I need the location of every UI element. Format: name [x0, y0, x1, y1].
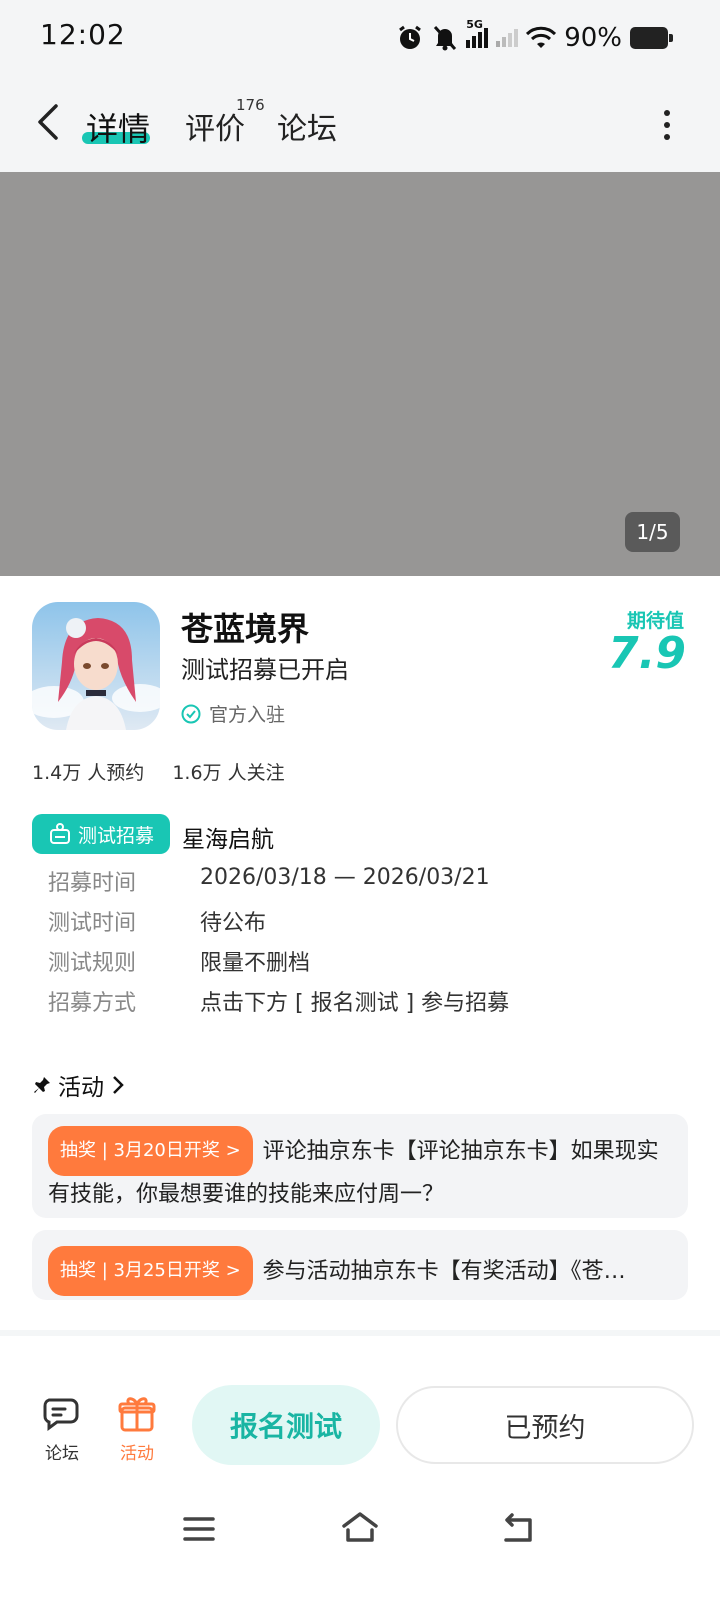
- wifi-icon: [526, 26, 557, 48]
- battery-percent: 90%: [564, 23, 622, 53]
- tab-detail[interactable]: 详情: [86, 104, 150, 150]
- app-stats: 1.4万 人预约 1.6万 人关注: [32, 758, 307, 785]
- network-type: 5G: [466, 18, 483, 31]
- back-arrow-icon[interactable]: [34, 102, 64, 142]
- check-circle-icon: [181, 704, 201, 723]
- app-icon: [32, 602, 160, 730]
- bottom-activity-label: 活动: [120, 1444, 154, 1464]
- battery-icon: [630, 27, 673, 49]
- gift-icon: [118, 1397, 156, 1432]
- recruit-title: 星海启航: [182, 827, 274, 853]
- status-icons: 5G 90%: [396, 18, 673, 56]
- follower-count: 1.6万 人关注: [172, 762, 285, 784]
- test-time-value: 待公布: [200, 911, 267, 936]
- tab-forum[interactable]: 论坛: [277, 104, 337, 148]
- reserved-button[interactable]: 已预约: [396, 1386, 694, 1464]
- activity-card[interactable]: 抽奖 | 3月25日开奖 > 参与活动抽京东卡【有奖活动】《苍…: [32, 1230, 688, 1300]
- recruit-method-value: 点击下方 [ 报名测试 ] 参与招募: [200, 991, 510, 1016]
- bell-muted-icon: [434, 25, 457, 51]
- media-gallery[interactable]: [0, 172, 720, 576]
- menu-icon[interactable]: [182, 1514, 216, 1544]
- review-count-badge: 176: [236, 96, 265, 114]
- activity-tag: 抽奖 | 3月20日开奖 >: [48, 1126, 253, 1176]
- recruit-time-label: 招募时间: [48, 871, 137, 896]
- verified-label: 官方入驻: [209, 704, 286, 726]
- bottom-forum-label: 论坛: [45, 1444, 79, 1464]
- expectation-score: 7.9: [608, 628, 686, 679]
- signal-5g-icon: 5G: [466, 18, 489, 48]
- reservation-count: 1.4万 人预约: [32, 762, 145, 784]
- activity-content: 抽奖 | 3月20日开奖 > 评论抽京东卡【评论抽京东卡】如果现实有技能，你最想要…: [48, 1126, 672, 1214]
- signup-test-button[interactable]: 报名测试: [192, 1385, 380, 1465]
- app-name: 苍蓝境界: [181, 610, 310, 648]
- bottom-activity-button[interactable]: 活动: [107, 1394, 167, 1464]
- status-time: 12:02: [40, 18, 126, 51]
- test-icon: [49, 823, 70, 844]
- activities-header[interactable]: 活动: [32, 1068, 126, 1102]
- activity-tag: 抽奖 | 3月25日开奖 >: [48, 1246, 253, 1296]
- activity-text: 参与活动抽京东卡【有奖活动】《苍…: [262, 1259, 626, 1284]
- test-rules-label: 测试规则: [48, 951, 137, 976]
- chevron-right-icon: [113, 1076, 124, 1094]
- more-menu-icon[interactable]: [664, 110, 672, 140]
- bottom-forum-button[interactable]: 论坛: [32, 1394, 92, 1464]
- gallery-page-indicator: 1/5: [625, 512, 680, 552]
- verified-badge: 官方入驻: [181, 700, 285, 727]
- activities-header-label: 活动: [58, 1075, 104, 1101]
- section-divider: [0, 1330, 720, 1336]
- recruit-time-value: 2026/03/18 — 2026/03/21: [200, 865, 490, 890]
- chat-bubble-icon: [43, 1398, 79, 1431]
- activity-card[interactable]: 抽奖 | 3月20日开奖 > 评论抽京东卡【评论抽京东卡】如果现实有技能，你最想要…: [32, 1114, 688, 1218]
- app-subtitle: 测试招募已开启: [181, 656, 349, 684]
- alarm-icon: [399, 25, 422, 49]
- recruit-method-label: 招募方式: [48, 991, 137, 1016]
- home-icon[interactable]: [340, 1510, 380, 1544]
- test-rules-value: 限量不删档: [200, 951, 311, 976]
- recruit-badge-label: 测试招募: [77, 824, 154, 847]
- pin-icon: [34, 1077, 50, 1093]
- signal-icon: [496, 29, 519, 47]
- back-nav-icon[interactable]: [500, 1512, 536, 1544]
- top-nav: 详情 评价 176 论坛: [0, 78, 720, 172]
- test-recruit-badge: 测试招募: [32, 814, 170, 854]
- system-nav-bar: [0, 1500, 720, 1600]
- activity-content: 抽奖 | 3月25日开奖 > 参与活动抽京东卡【有奖活动】《苍…: [48, 1246, 672, 1296]
- test-time-label: 测试时间: [48, 911, 137, 936]
